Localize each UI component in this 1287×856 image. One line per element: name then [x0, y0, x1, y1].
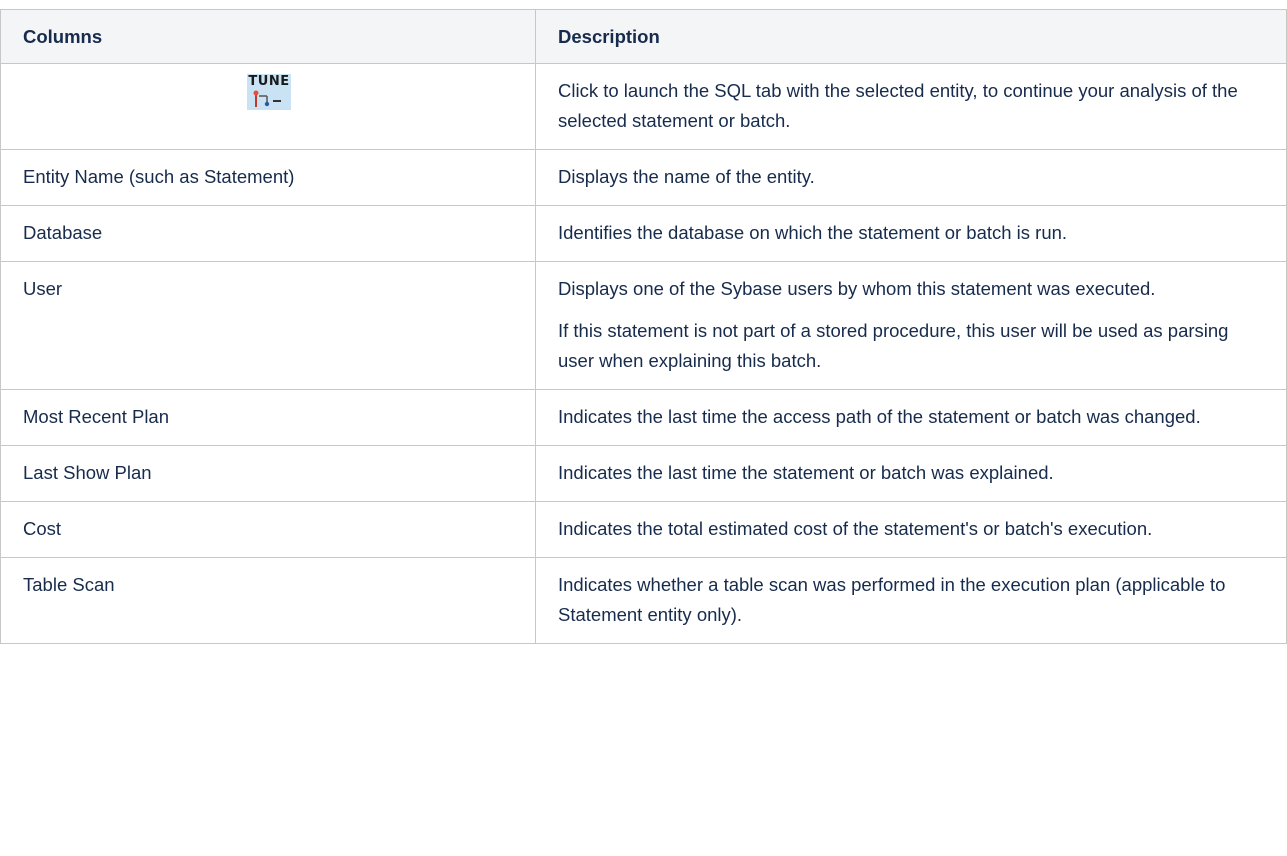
table-header-row: Columns Description	[0, 9, 1287, 64]
column-name: User	[0, 261, 536, 390]
header-columns: Columns	[0, 9, 536, 64]
tune-cell: TUNE	[0, 63, 536, 150]
column-description: Indicates the last time the statement or…	[535, 445, 1287, 502]
description-text: Indicates the last time the access path …	[558, 406, 1201, 427]
column-description: Indicates whether a table scan was perfo…	[535, 557, 1287, 644]
table-row: Cost Indicates the total estimated cost …	[0, 501, 1287, 558]
column-name: Last Show Plan	[0, 445, 536, 502]
table-row: Table Scan Indicates whether a table sca…	[0, 557, 1287, 644]
description-text: Displays the name of the entity.	[558, 166, 815, 187]
table-row: Last Show Plan Indicates the last time t…	[0, 445, 1287, 502]
table-row-tune: TUNE Click to launch the SQL tab with th…	[0, 63, 1287, 150]
tune-description: Click to launch the SQL tab with the sel…	[535, 63, 1287, 150]
column-name: Cost	[0, 501, 536, 558]
description-text: Indicates whether a table scan was perfo…	[558, 574, 1226, 625]
column-name: Most Recent Plan	[0, 389, 536, 446]
column-description: Displays one of the Sybase users by whom…	[535, 261, 1287, 390]
description-text: Indicates the total estimated cost of th…	[558, 518, 1153, 539]
description-text: Identifies the database on which the sta…	[558, 222, 1068, 243]
tune-label: TUNE	[248, 74, 290, 89]
columns-table: Columns Description TUNE Click to launch…	[0, 9, 1287, 644]
table-row: User Displays one of the Sybase users by…	[0, 261, 1287, 390]
table-row: Entity Name (such as Statement) Displays…	[0, 149, 1287, 206]
description-text: Click to launch the SQL tab with the sel…	[558, 80, 1238, 131]
column-description: Indicates the last time the access path …	[535, 389, 1287, 446]
header-description: Description	[535, 9, 1287, 64]
column-description: Displays the name of the entity.	[535, 149, 1287, 206]
tune-graph-glyph	[253, 90, 281, 107]
table-row: Most Recent Plan Indicates the last time…	[0, 389, 1287, 446]
column-name: Entity Name (such as Statement)	[0, 149, 536, 206]
column-description: Indicates the total estimated cost of th…	[535, 501, 1287, 558]
description-text: If this statement is not part of a store…	[558, 320, 1229, 371]
column-name: Table Scan	[0, 557, 536, 644]
description-text: Indicates the last time the statement or…	[558, 462, 1054, 483]
column-description: Identifies the database on which the sta…	[535, 205, 1287, 262]
description-text: Displays one of the Sybase users by whom…	[558, 278, 1156, 299]
table-row: Database Identifies the database on whic…	[0, 205, 1287, 262]
column-name: Database	[0, 205, 536, 262]
tune-icon[interactable]: TUNE	[247, 74, 291, 110]
